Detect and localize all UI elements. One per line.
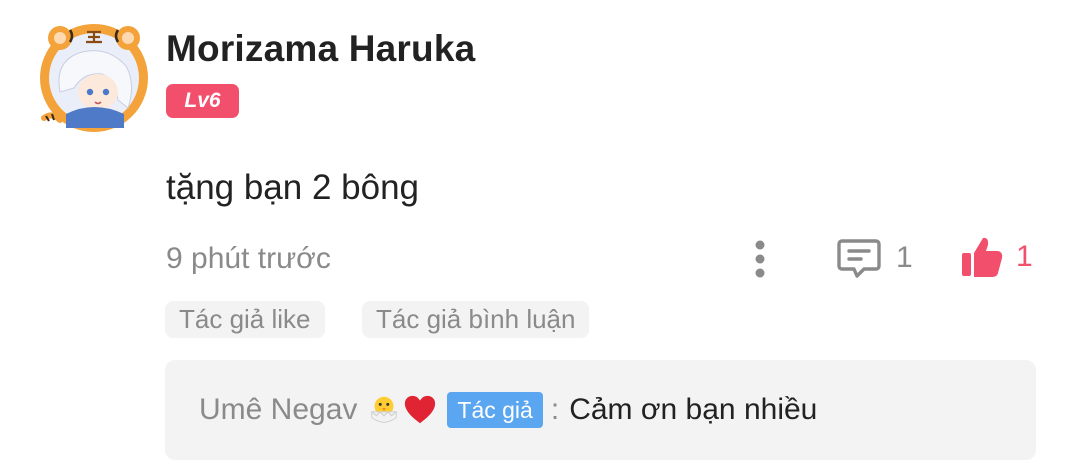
tag-author-liked: Tác giả like <box>165 301 325 338</box>
author-badge: Tác giả <box>447 392 543 428</box>
reply-count: 1 <box>896 241 913 274</box>
like-button[interactable]: 1 <box>960 234 1033 280</box>
avatar[interactable] <box>38 22 150 134</box>
hatching-chick-icon <box>367 393 401 427</box>
reply-author[interactable]: Umê Negav <box>199 393 357 427</box>
red-heart-icon <box>403 393 437 427</box>
thumbs-up-icon <box>962 237 1003 277</box>
tag-author-commented: Tác giả bình luận <box>362 301 590 338</box>
reply-separator: : <box>550 393 560 426</box>
timestamp: 9 phút trước <box>166 242 331 275</box>
more-vertical-icon <box>755 240 765 278</box>
reply-text: Cảm ơn bạn nhiều <box>569 393 818 426</box>
avatar-image <box>40 24 148 132</box>
comment-text: tặng bạn 2 bông <box>166 168 420 207</box>
like-count: 1 <box>1016 240 1033 273</box>
more-button[interactable] <box>746 238 774 280</box>
username[interactable]: Morizama Haruka <box>166 28 475 70</box>
comment-icon <box>837 239 881 278</box>
reply-preview[interactable]: Umê Negav Tác giả : Cảm ơn bạn nhiều <box>165 360 1036 460</box>
level-badge: Lv6 <box>166 84 239 118</box>
reply-button[interactable]: 1 <box>836 236 913 280</box>
